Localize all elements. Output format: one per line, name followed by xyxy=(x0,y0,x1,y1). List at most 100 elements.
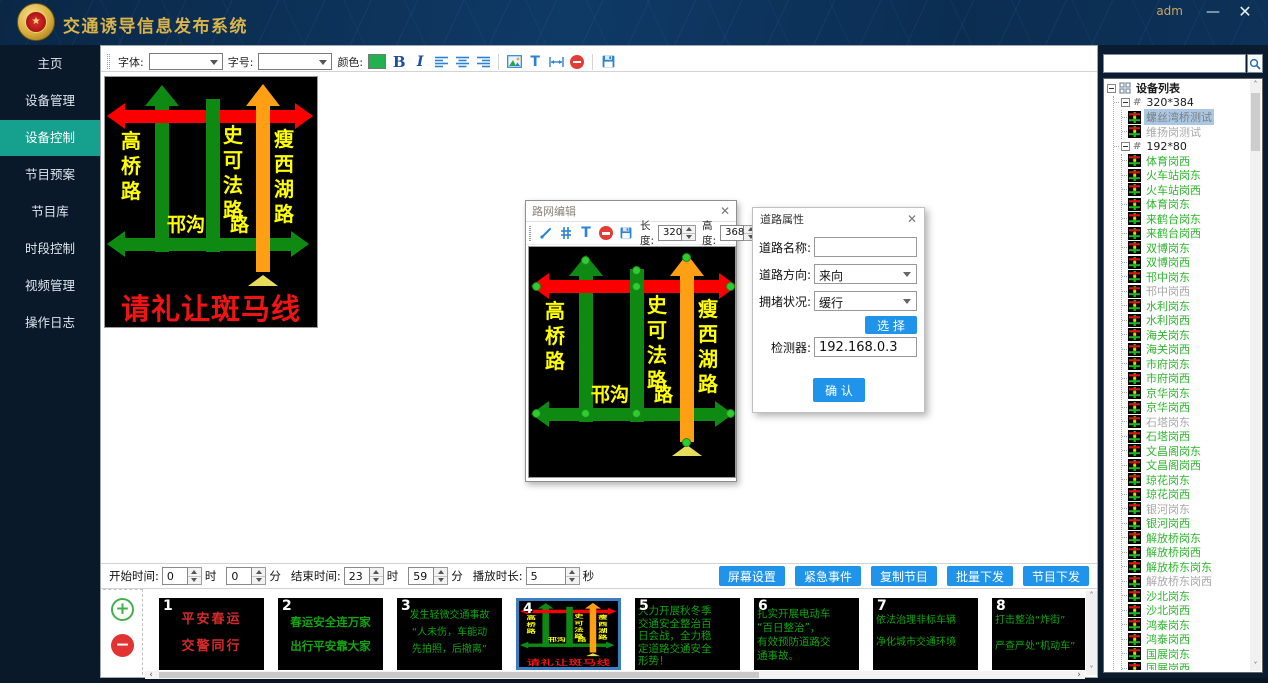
action-button-节目下发[interactable]: 节目下发 xyxy=(1023,566,1089,586)
tree-root-row[interactable]: 设备列表 xyxy=(1106,81,1249,96)
tree-expander[interactable] xyxy=(1121,98,1130,107)
device-search-input[interactable] xyxy=(1103,54,1246,73)
scroll-up-arrow[interactable]: ˄ xyxy=(1086,591,1097,601)
program-thumbnail-4[interactable]: 4 高桥路 史可法路 瘦西湖路 邗沟 路 请礼让斑马线 xyxy=(516,598,621,670)
tree-expander[interactable] xyxy=(1121,142,1130,151)
spin-down-button[interactable] xyxy=(370,577,383,585)
length-up-button[interactable] xyxy=(682,226,695,234)
save-button[interactable] xyxy=(600,53,616,70)
sidebar-item-节目库[interactable]: 节目库 xyxy=(0,194,100,230)
insert-text-button[interactable]: T xyxy=(527,53,543,70)
device-node-解放桥东岗西[interactable]: 解放桥东岗西 xyxy=(1122,574,1249,589)
scroll-right-arrow[interactable]: › xyxy=(1073,671,1085,679)
device-node-来鹤台岗东[interactable]: 来鹤台岗东 xyxy=(1122,212,1249,227)
device-node-京华岗东[interactable]: 京华岗东 xyxy=(1122,386,1249,401)
action-button-紧急事件[interactable]: 紧急事件 xyxy=(795,566,861,586)
schedule-value-2[interactable]: 23 xyxy=(344,567,370,585)
scroll-left-arrow[interactable]: ‹ xyxy=(145,671,157,679)
sidebar-item-设备管理[interactable]: 设备管理 xyxy=(0,83,100,119)
device-node-体育岗东[interactable]: 体育岗东 xyxy=(1122,197,1249,212)
sidebar-item-时段控制[interactable]: 时段控制 xyxy=(0,231,100,267)
device-node-水利岗西[interactable]: 水利岗西 xyxy=(1122,313,1249,328)
device-node-双博岗东[interactable]: 双博岗东 xyxy=(1122,241,1249,256)
spin-up-button[interactable] xyxy=(252,568,265,577)
device-node-海关岗东[interactable]: 海关岗东 xyxy=(1122,328,1249,343)
device-search-button[interactable] xyxy=(1247,54,1263,73)
action-button-复制节目[interactable]: 复制节目 xyxy=(871,566,937,586)
minimize-button[interactable]: — xyxy=(1202,2,1224,22)
strip-vertical-scrollbar[interactable]: ˄ ˅ xyxy=(1086,591,1097,675)
sidebar-item-主页[interactable]: 主页 xyxy=(0,46,100,82)
schedule-value-4[interactable]: 5 xyxy=(526,567,566,585)
device-node-螺丝湾桥测试[interactable]: 螺丝湾桥测试 xyxy=(1122,110,1249,125)
device-node-双博岗西[interactable]: 双博岗西 xyxy=(1122,255,1249,270)
device-node-琼花岗西[interactable]: 琼花岗西 xyxy=(1122,487,1249,502)
device-node-文昌阁岗西[interactable]: 文昌阁岗西 xyxy=(1122,458,1249,473)
save-network-button[interactable] xyxy=(618,225,634,242)
align-right-button[interactable] xyxy=(475,53,491,70)
sidebar-item-操作日志[interactable]: 操作日志 xyxy=(0,305,100,341)
length-value[interactable]: 320 xyxy=(658,225,682,241)
tree-group-192*80[interactable]: #192*80 xyxy=(1114,139,1249,154)
device-node-水利岗东[interactable]: 水利岗东 xyxy=(1122,299,1249,314)
detector-input[interactable]: 192.168.0.3 xyxy=(814,337,917,357)
spin-up-button[interactable] xyxy=(566,568,579,577)
add-program-button[interactable]: + xyxy=(111,598,134,621)
road-segment-button[interactable] xyxy=(558,225,574,242)
length-down-button[interactable] xyxy=(682,234,695,241)
remove-program-button[interactable]: − xyxy=(111,634,134,657)
insert-image-button[interactable] xyxy=(506,53,522,70)
props-title-bar[interactable]: 道路属性 ✕ xyxy=(753,208,924,230)
device-node-银河岗西[interactable]: 银河岗西 xyxy=(1122,516,1249,531)
sidebar-item-设备控制[interactable]: 设备控制 xyxy=(0,120,100,156)
hscroll-thumb[interactable] xyxy=(159,672,759,678)
confirm-button[interactable]: 确 认 xyxy=(813,378,865,402)
dialog-close-button[interactable]: ✕ xyxy=(720,204,730,218)
device-node-体育岗西[interactable]: 体育岗西 xyxy=(1122,154,1249,169)
props-close-button[interactable]: ✕ xyxy=(907,212,917,226)
device-node-解放桥岗西[interactable]: 解放桥岗西 xyxy=(1122,545,1249,560)
program-thumbnail-7[interactable]: 7依法治理非标车辆净化城市交通环境 xyxy=(873,598,978,670)
road-network-edit-canvas[interactable]: 高桥路 史可法路 瘦西湖路 邗沟 路 请礼让斑马线 xyxy=(528,246,736,478)
schedule-value-3[interactable]: 59 xyxy=(408,567,434,585)
schedule-value-0[interactable]: 0 xyxy=(162,567,188,585)
device-node-解放桥岗东[interactable]: 解放桥岗东 xyxy=(1122,531,1249,546)
road-name-input[interactable] xyxy=(814,237,917,257)
text-tool-button[interactable]: T xyxy=(578,225,594,242)
congestion-select[interactable]: 缓行 xyxy=(814,291,917,311)
strip-horizontal-scrollbar[interactable]: ‹ › xyxy=(145,671,1085,679)
device-node-海关岗西[interactable]: 海关岗西 xyxy=(1122,342,1249,357)
device-node-市府岗东[interactable]: 市府岗东 xyxy=(1122,357,1249,372)
close-button[interactable]: ✕ xyxy=(1234,2,1256,22)
spin-down-button[interactable] xyxy=(566,577,579,585)
device-node-火车站岗西[interactable]: 火车站岗西 xyxy=(1122,183,1249,198)
program-thumbnail-6[interactable]: 6扎实开展电动车“百日整治”，有效预防道路交通事故。 xyxy=(754,598,859,670)
spin-up-button[interactable] xyxy=(434,568,447,577)
device-node-沙北岗西[interactable]: 沙北岗西 xyxy=(1122,603,1249,618)
led-screen-preview[interactable]: 高桥路 史可法路 瘦西湖路 邗沟 路 请礼让斑马线 xyxy=(104,76,318,328)
spin-up-button[interactable] xyxy=(370,568,383,577)
device-node-银河岗东[interactable]: 银河岗东 xyxy=(1122,502,1249,517)
height-value[interactable]: 368 xyxy=(720,225,744,241)
device-node-火车站岗东[interactable]: 火车站岗东 xyxy=(1122,168,1249,183)
device-node-市府岗西[interactable]: 市府岗西 xyxy=(1122,371,1249,386)
device-node-邗中岗西[interactable]: 邗中岗西 xyxy=(1122,284,1249,299)
device-node-国展岗西[interactable]: 国展岗西 xyxy=(1122,661,1249,670)
device-node-邗中岗东[interactable]: 邗中岗东 xyxy=(1122,270,1249,285)
tree-scroll-up[interactable]: ˄ xyxy=(1250,80,1261,90)
device-node-解放桥东岗东[interactable]: 解放桥东岗东 xyxy=(1122,560,1249,575)
device-node-沙北岗东[interactable]: 沙北岗东 xyxy=(1122,589,1249,604)
road-direction-select[interactable]: 来向 xyxy=(814,264,917,284)
draw-line-button[interactable] xyxy=(538,225,554,242)
program-thumbnail-2[interactable]: 2春运安全连万家出行平安靠大家 xyxy=(278,598,383,670)
italic-button[interactable]: I xyxy=(412,53,428,70)
sidebar-item-视频管理[interactable]: 视频管理 xyxy=(0,268,100,304)
action-button-屏幕设置[interactable]: 屏幕设置 xyxy=(719,566,785,586)
spin-down-button[interactable] xyxy=(434,577,447,585)
device-node-石塔岗西[interactable]: 石塔岗西 xyxy=(1122,429,1249,444)
tree-scrollbar[interactable]: ˄ ˅ xyxy=(1250,80,1261,671)
program-thumbnail-3[interactable]: 3发生轻微交通事故“人未伤，车能动先拍照，后撤离” xyxy=(397,598,502,670)
program-thumbnail-1[interactable]: 1平安春运交警同行 xyxy=(159,598,264,670)
road-network-tool-button[interactable] xyxy=(548,53,564,70)
font-size-dropdown[interactable] xyxy=(258,53,332,70)
